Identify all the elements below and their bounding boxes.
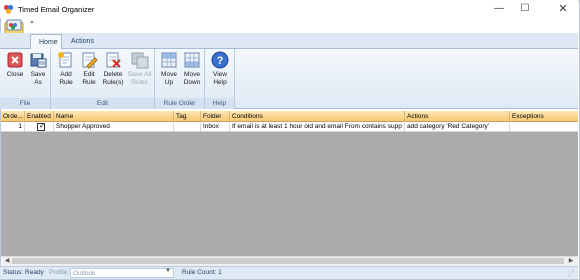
tab-actions[interactable]: Actions bbox=[63, 34, 99, 49]
cell-name[interactable]: Shopper Approved bbox=[54, 122, 174, 132]
group-label-edit: Edit bbox=[51, 98, 154, 109]
edit-rule-label-1: Edit bbox=[83, 71, 95, 78]
group-label-file: File bbox=[0, 98, 50, 109]
svg-text:?: ? bbox=[217, 55, 224, 67]
chevron-down-icon[interactable]: ▼ bbox=[165, 268, 171, 274]
view-help-label-1: View bbox=[213, 71, 227, 78]
save-all-rules-button[interactable]: Save All Rules bbox=[126, 51, 153, 87]
close-button-label: Close bbox=[6, 71, 24, 78]
cell-tag[interactable] bbox=[174, 122, 201, 132]
move-down-button[interactable]: Move Down bbox=[180, 51, 204, 87]
save-as-button[interactable]: Save As bbox=[26, 51, 50, 87]
save-as-icon bbox=[30, 53, 47, 68]
move-down-label-1: Move bbox=[184, 71, 200, 78]
profile-dropdown[interactable]: Outlook bbox=[70, 268, 174, 278]
column-header-order[interactable]: Orde... bbox=[1, 111, 25, 122]
column-header-name[interactable]: Name bbox=[54, 111, 174, 122]
tab-home[interactable]: Home bbox=[30, 34, 62, 49]
delete-rule-button[interactable]: Delete Rule(s) bbox=[101, 51, 125, 87]
add-rule-icon bbox=[58, 52, 72, 68]
column-header-conditions[interactable]: Conditions bbox=[230, 111, 405, 122]
checkmark-icon: ✓ bbox=[39, 123, 45, 130]
column-header-actions[interactable]: Actions bbox=[405, 111, 510, 122]
ribbon-group-help: ? View Help Help bbox=[205, 49, 235, 109]
save-as-label-2: As bbox=[34, 79, 42, 86]
edit-rule-icon bbox=[82, 52, 98, 69]
delete-rule-label-2: Rule(s) bbox=[102, 79, 124, 86]
cell-order[interactable]: 1 bbox=[1, 122, 25, 132]
edit-rule-button[interactable]: Edit Rule bbox=[77, 51, 101, 87]
cell-exceptions[interactable] bbox=[510, 122, 578, 132]
rules-grid[interactable] bbox=[1, 111, 578, 256]
delete-rule-icon bbox=[106, 52, 121, 68]
move-down-icon bbox=[184, 52, 200, 68]
add-rule-button[interactable]: Add Rule bbox=[54, 51, 78, 87]
close-button[interactable]: Close bbox=[3, 51, 27, 79]
column-header-exceptions[interactable]: Exceptions bbox=[510, 111, 578, 122]
help-icon: ? bbox=[211, 51, 229, 69]
add-rule-label-2: Rule bbox=[59, 79, 73, 86]
move-up-icon bbox=[161, 52, 177, 68]
save-all-icon bbox=[131, 52, 148, 69]
move-down-label-2: Down bbox=[183, 79, 201, 86]
status-text: Status: Ready bbox=[3, 269, 44, 276]
column-header-folder[interactable]: Folder bbox=[201, 111, 230, 122]
scroll-right-arrow-icon[interactable]: ▶ bbox=[566, 256, 576, 266]
group-label-help: Help bbox=[205, 98, 234, 109]
column-header-enabled[interactable]: Enabled bbox=[25, 111, 54, 122]
close-doc-icon bbox=[7, 52, 23, 68]
save-all-label-2: Rules bbox=[131, 79, 148, 86]
enabled-checkbox[interactable]: ✓ bbox=[37, 123, 45, 131]
view-help-button[interactable]: ? View Help bbox=[208, 51, 232, 87]
move-up-label-2: Up bbox=[164, 79, 174, 86]
app-logo-icon bbox=[3, 4, 14, 14]
edit-rule-label-2: Rule bbox=[82, 79, 96, 86]
close-window-button[interactable]: ✕ bbox=[550, 0, 576, 18]
group-label-rule-order: Rule Order bbox=[155, 98, 204, 109]
save-as-label-1: Save bbox=[30, 71, 46, 78]
move-up-label-1: Move bbox=[161, 71, 177, 78]
scrollbar-thumb[interactable] bbox=[12, 258, 564, 264]
maximize-button[interactable]: ☐ bbox=[512, 0, 538, 18]
move-up-button[interactable]: Move Up bbox=[157, 51, 181, 87]
ribbon-group-file: Close Save As File bbox=[0, 49, 51, 109]
save-all-label-1: Save All bbox=[127, 71, 152, 78]
minimize-button[interactable]: — bbox=[486, 0, 512, 18]
column-header-tag[interactable]: Tag bbox=[174, 111, 201, 122]
cell-actions[interactable]: add category 'Red Category' bbox=[405, 122, 510, 132]
view-help-label-2: Help bbox=[213, 79, 227, 86]
ribbon-group-rule-order: Move Up Move Down Rule Order bbox=[155, 49, 205, 109]
cell-conditions[interactable]: If email is at least 1 hour old and emai… bbox=[230, 122, 405, 132]
resize-grip-icon[interactable]: ⋰ bbox=[568, 270, 574, 277]
ribbon-group-edit: Add Rule Edit Rule Delete Rule(s) Save A… bbox=[51, 49, 155, 109]
rule-count: Rule Count: 1 bbox=[182, 269, 222, 276]
add-rule-label-1: Add bbox=[60, 71, 72, 78]
scroll-left-arrow-icon[interactable]: ◀ bbox=[2, 256, 12, 266]
window-title: Timed Email Organizer bbox=[18, 5, 95, 14]
cell-folder[interactable]: Inbox bbox=[201, 122, 230, 132]
delete-rule-label-1: Delete bbox=[103, 71, 123, 78]
profile-label: Profile: bbox=[49, 269, 70, 276]
quick-access-dropdown-icon[interactable]: ⩡ bbox=[30, 19, 34, 27]
